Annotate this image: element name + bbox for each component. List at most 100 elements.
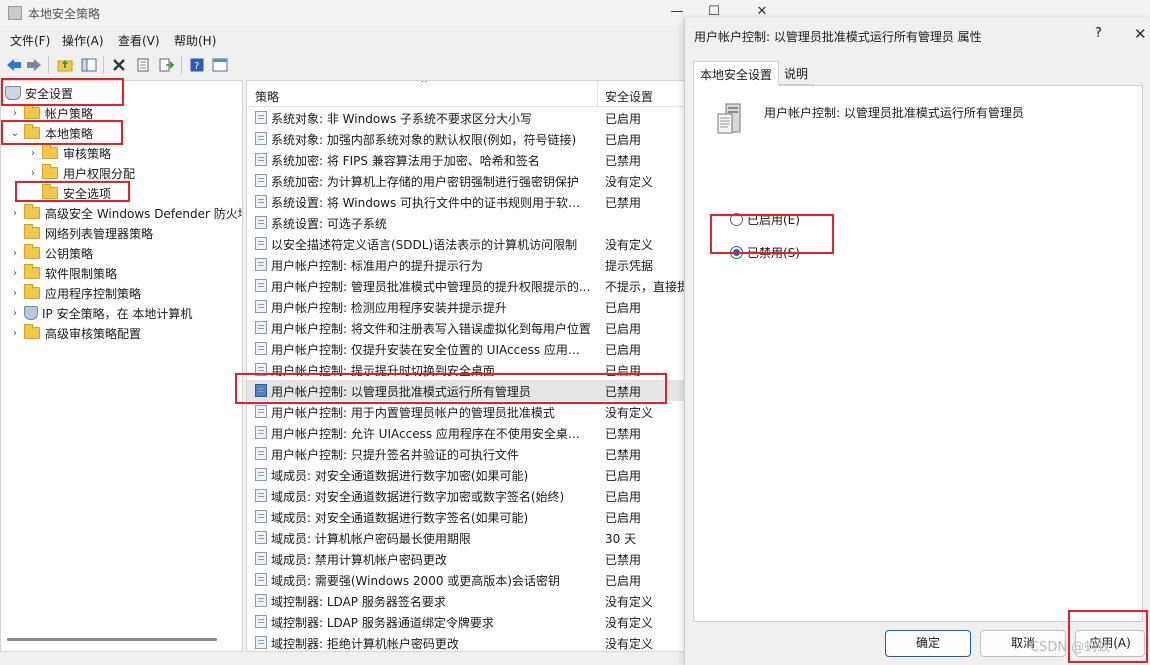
policy-setting-cell: 已启用	[605, 343, 642, 357]
navigation-tree: 安全设置 › 帐户策略 ⌄ 本地策略 › 审核策略 › 用户权限分配 安全选项	[0, 80, 243, 652]
tree-item-audit-policy[interactable]: › 审核策略	[27, 143, 111, 163]
policy-setting-cell: 没有定义	[605, 238, 654, 252]
enabled-radio-option[interactable]: 已启用(E)	[730, 210, 800, 228]
export-icon[interactable]	[157, 55, 177, 75]
chevron-right-icon[interactable]: ›	[9, 107, 21, 119]
chevron-right-icon[interactable]: ›	[9, 247, 21, 259]
policy-setting-cell: 已启用	[605, 469, 642, 483]
menu-help[interactable]: 帮助(H)	[174, 32, 216, 49]
policy-row[interactable]: 用户帐户控制: 标准用户的提升提示行为 提示凭据	[247, 254, 685, 275]
policy-row[interactable]: 域控制器: 拒绝计算机帐户密码更改 没有定义	[247, 632, 685, 651]
tree-item-local-policies[interactable]: ⌄ 本地策略	[9, 123, 93, 143]
console-icon[interactable]	[210, 55, 230, 75]
tree-item-ip-security[interactable]: › IP 安全策略，在 本地计算机	[9, 303, 192, 323]
policy-row[interactable]: 用户帐户控制: 将文件和注册表写入错误虚拟化到每用户位置 已启用	[247, 317, 685, 338]
security-settings-icon	[5, 86, 21, 100]
tree-item-advanced-audit[interactable]: › 高级审核策略配置	[9, 323, 141, 343]
policy-setting-cell: 没有定义	[605, 616, 654, 630]
chevron-down-icon[interactable]: ⌄	[9, 127, 21, 139]
disabled-radio-option[interactable]: 已禁用(S)	[730, 243, 800, 261]
policy-setting-cell: 已禁用	[605, 448, 642, 462]
disabled-label[interactable]: 已禁用(S)	[747, 244, 800, 261]
policy-name-cell: 系统加密: 为计算机上存储的用户密钥强制进行强密钥保护	[271, 175, 579, 189]
tree-item-account-policies[interactable]: › 帐户策略	[9, 103, 93, 123]
tree-item-app-control[interactable]: › 应用程序控制策略	[9, 283, 141, 303]
tab-local-security-setting[interactable]: 本地安全设置	[693, 61, 780, 86]
policy-row[interactable]: 系统对象: 加强内部系统对象的默认权限(例如，符号链接) 已启用	[247, 128, 685, 149]
policy-setting-cell: 不提示，直接提	[605, 280, 686, 294]
policy-row[interactable]: 以安全描述符定义语言(SDDL)语法表示的计算机访问限制 没有定义	[247, 233, 685, 254]
horizontal-scrollbar[interactable]	[7, 638, 217, 641]
disabled-radio[interactable]	[730, 245, 743, 259]
menu-file[interactable]: 文件(F)	[10, 32, 50, 49]
policy-row[interactable]: 系统对象: 非 Windows 子系统不要求区分大小写 已启用	[247, 107, 685, 128]
chevron-right-icon[interactable]: ›	[9, 287, 21, 299]
policy-row[interactable]: 域成员: 计算机帐户密码最长使用期限 30 天	[247, 527, 685, 548]
chevron-right-icon[interactable]: ›	[9, 207, 21, 219]
column-divider[interactable]	[597, 81, 598, 107]
policy-row[interactable]: 用户帐户控制: 允许 UIAccess 应用程序在不使用安全桌面... 已禁用	[247, 422, 685, 443]
policy-row[interactable]: 域成员: 对安全通道数据进行数字加密(如果可能) 已启用	[247, 464, 685, 485]
policy-row[interactable]: 用户帐户控制: 用于内置管理员帐户的管理员批准模式 没有定义	[247, 401, 685, 422]
policy-row[interactable]: 用户帐户控制: 以管理员批准模式运行所有管理员 已禁用	[247, 380, 685, 401]
policy-row[interactable]: 域控制器: LDAP 服务器签名要求 没有定义	[247, 590, 685, 611]
chevron-right-icon[interactable]: ›	[9, 327, 21, 339]
policy-row[interactable]: 用户帐户控制: 检测应用程序安装并提示提升 已启用	[247, 296, 685, 317]
policy-row[interactable]: 域成员: 需要强(Windows 2000 或更高版本)会话密钥 已启用	[247, 569, 685, 590]
up-folder-icon[interactable]	[55, 55, 75, 75]
policy-row[interactable]: 系统加密: 为计算机上存储的用户密钥强制进行强密钥保护 没有定义	[247, 170, 685, 191]
ok-button[interactable]: 确定	[885, 630, 971, 657]
delete-icon[interactable]	[109, 55, 129, 75]
column-header-policy[interactable]: 策略	[255, 88, 279, 105]
policy-row[interactable]: 用户帐户控制: 仅提升安装在安全位置的 UIAccess 应用程序 已启用	[247, 338, 685, 359]
folder-icon	[24, 224, 40, 239]
policy-name-cell: 系统加密: 将 FIPS 兼容算法用于加密、哈希和签名	[271, 154, 540, 168]
show-hide-tree-icon[interactable]	[79, 55, 99, 75]
properties-icon[interactable]	[133, 55, 153, 75]
tree-item-software-restriction[interactable]: › 软件限制策略	[9, 263, 117, 283]
tree-item-public-key[interactable]: › 公钥策略	[9, 243, 93, 263]
policy-row[interactable]: 用户帐户控制: 只提升签名并验证的可执行文件 已禁用	[247, 443, 685, 464]
folder-icon	[24, 244, 40, 259]
window-title: 本地安全策略	[28, 7, 101, 21]
policy-row[interactable]: 系统加密: 将 FIPS 兼容算法用于加密、哈希和签名 已禁用	[247, 149, 685, 170]
chevron-right-icon[interactable]: ›	[9, 307, 21, 319]
tree-item-security-options[interactable]: 安全选项	[27, 183, 111, 203]
policy-setting-cell: 已禁用	[605, 385, 642, 399]
policy-row[interactable]: 系统设置: 将 Windows 可执行文件中的证书规则用于软件... 已禁用	[247, 191, 685, 212]
enabled-label[interactable]: 已启用(E)	[747, 211, 800, 228]
policy-row[interactable]: 域控制器: LDAP 服务器通道绑定令牌要求 没有定义	[247, 611, 685, 632]
tree-item-security-settings[interactable]: 安全设置	[5, 83, 73, 103]
policy-name-cell: 用户帐户控制: 提示提升时切换到安全桌面	[271, 364, 495, 378]
policy-row[interactable]: 系统设置: 可选子系统	[247, 212, 685, 233]
policy-row[interactable]: 用户帐户控制: 管理员批准模式中管理员的提升权限提示的... 不提示，直接提	[247, 275, 686, 296]
policy-row[interactable]: 域成员: 对安全通道数据进行数字签名(如果可能) 已启用	[247, 506, 685, 527]
tree-item-user-rights[interactable]: › 用户权限分配	[27, 163, 135, 183]
chevron-right-icon[interactable]: ›	[27, 167, 39, 179]
policy-name-cell: 域控制器: 拒绝计算机帐户密码更改	[271, 637, 459, 651]
menu-view[interactable]: 查看(V)	[118, 32, 160, 49]
forward-icon[interactable]	[24, 55, 44, 75]
policy-name-cell: 用户帐户控制: 仅提升安装在安全位置的 UIAccess 应用程序	[271, 343, 591, 357]
tree-item-network-list[interactable]: 网络列表管理器策略	[9, 223, 153, 243]
tree-item-firewall[interactable]: › 高级安全 Windows Defender 防火墙	[9, 203, 242, 223]
policy-setting-cell: 已禁用	[605, 553, 642, 567]
policy-name-cell: 系统设置: 将 Windows 可执行文件中的证书规则用于软件...	[271, 196, 591, 210]
policy-row[interactable]: 域成员: 对安全通道数据进行数字加密或数字签名(始终) 已启用	[247, 485, 685, 506]
chevron-right-icon[interactable]: ›	[9, 267, 21, 279]
chevron-right-icon[interactable]: ›	[27, 147, 39, 159]
menu-action[interactable]: 操作(A)	[62, 32, 104, 49]
policy-row[interactable]: 用户帐户控制: 提示提升时切换到安全桌面 已启用	[247, 359, 685, 380]
policy-setting-cell: 没有定义	[605, 175, 654, 189]
column-header-setting[interactable]: 安全设置	[605, 88, 653, 105]
policy-name-cell: 域成员: 禁用计算机帐户密码更改	[271, 553, 447, 567]
policy-row[interactable]: 域成员: 禁用计算机帐户密码更改 已禁用	[247, 548, 685, 569]
help-icon[interactable]: ?	[187, 55, 207, 75]
policy-setting-cell: 已禁用	[605, 154, 642, 168]
folder-icon	[42, 164, 58, 179]
help-button[interactable]: ?	[1095, 26, 1102, 41]
dialog-close-button[interactable]: ✕	[1134, 25, 1147, 43]
enabled-radio[interactable]	[730, 212, 743, 226]
back-icon[interactable]	[4, 55, 24, 75]
tab-explain[interactable]: 说明	[778, 61, 815, 85]
